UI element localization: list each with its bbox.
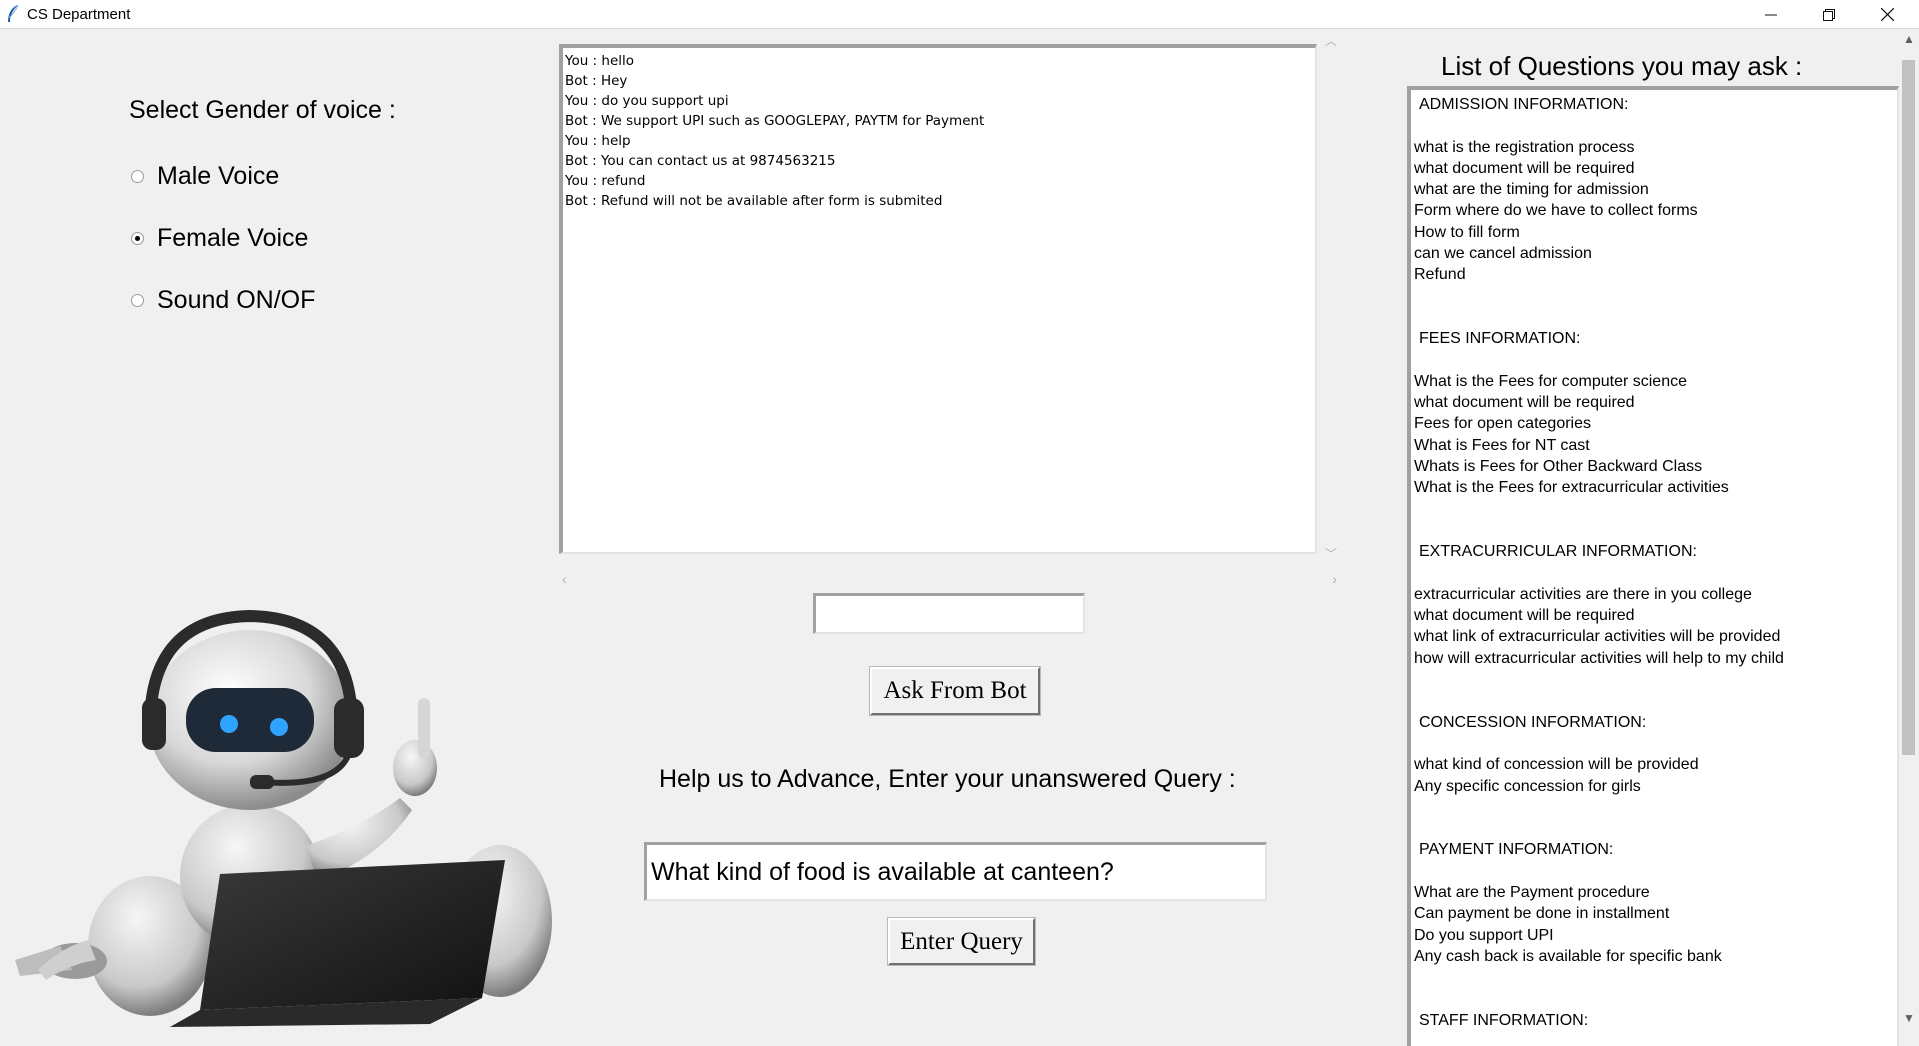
- question-item: Any cash back is available for specific …: [1414, 947, 1722, 965]
- question-item: what link of extracurricular activities …: [1414, 628, 1781, 646]
- robot-illustration: [15, 609, 552, 1027]
- chevron-up-icon[interactable]: ▲: [1903, 32, 1915, 46]
- restore-icon: [1823, 8, 1835, 21]
- sound-toggle-radio[interactable]: Sound ON/OF: [131, 286, 315, 315]
- question-item: Form where do we have to collect forms: [1414, 202, 1698, 220]
- enter-query-button[interactable]: Enter Query: [887, 917, 1036, 966]
- question-item: what are the timing for admission: [1414, 181, 1649, 199]
- close-button[interactable]: [1858, 0, 1916, 29]
- question-item: what document will be required: [1414, 607, 1635, 625]
- chat-input[interactable]: [816, 596, 1083, 632]
- close-icon: [1880, 8, 1894, 21]
- section-title-admission: ADMISSION INFORMATION:: [1419, 96, 1629, 113]
- question-item: what document will be required: [1414, 394, 1635, 412]
- ask-from-bot-button[interactable]: Ask From Bot: [869, 666, 1041, 716]
- radio-indicator[interactable]: [131, 294, 144, 307]
- chat-vertical-scrollbar[interactable]: ︿ ﹀: [1320, 32, 1342, 562]
- chat-input-field[interactable]: [813, 593, 1085, 634]
- chat-line: Bot : Refund will not be available after…: [565, 193, 943, 209]
- section-title-concession: CONCESSION INFORMATION:: [1419, 713, 1647, 731]
- question-item: Whats is Fees for Other Backward Class: [1414, 458, 1703, 476]
- question-item: What is the Fees for computer science: [1414, 372, 1687, 390]
- robot-raised-hand: [393, 698, 437, 796]
- section-title-staff: STAFF INFORMATION:: [1419, 1011, 1589, 1029]
- voice-heading: Select Gender of voice :: [129, 96, 396, 124]
- chevron-down-icon[interactable]: ▼: [1903, 1011, 1915, 1025]
- chat-line: You : refund: [565, 173, 646, 189]
- question-item: Refund: [1414, 266, 1466, 284]
- question-item: what is the registration process: [1414, 138, 1635, 156]
- question-item: Do you support UPI: [1414, 926, 1554, 944]
- question-item: How to fill form: [1414, 223, 1520, 241]
- query-heading: Help us to Advance, Enter your unanswere…: [659, 765, 1236, 793]
- radio-label: Female Voice: [157, 224, 309, 252]
- chat-line: Bot : We support UPI such as GOOGLEPAY, …: [565, 113, 985, 129]
- questions-list[interactable]: ADMISSION INFORMATION: what is the regis…: [1407, 86, 1899, 1046]
- question-item: Any specific concession for girls: [1414, 777, 1641, 795]
- robot-left-leg: [15, 876, 212, 1016]
- male-voice-radio[interactable]: Male Voice: [131, 162, 279, 191]
- feather-icon: [8, 4, 19, 22]
- chevron-right-icon[interactable]: ›: [1332, 571, 1337, 587]
- question-item: What are the Payment procedure: [1414, 883, 1650, 901]
- radio-indicator[interactable]: [131, 170, 144, 183]
- question-item: can we cancel admission: [1414, 245, 1592, 263]
- minimize-icon: [1765, 14, 1777, 15]
- section-title-payment: PAYMENT INFORMATION:: [1419, 841, 1614, 859]
- radio-indicator[interactable]: [131, 232, 144, 245]
- questions-heading: List of Questions you may ask :: [1441, 51, 1803, 81]
- chevron-down-icon[interactable]: ﹀: [1325, 545, 1337, 562]
- chat-line: You : help: [565, 133, 631, 149]
- question-item: what kind of concession will be provided: [1414, 756, 1699, 774]
- chat-line: Bot : Hey: [565, 73, 628, 89]
- question-item: What is Fees for NT cast: [1414, 436, 1590, 454]
- question-item: Fees for open categories: [1414, 415, 1591, 433]
- question-item: What is the Fees for extracurricular act…: [1414, 479, 1729, 497]
- chat-transcript[interactable]: You : hello Bot : Hey You : do you suppo…: [559, 44, 1317, 554]
- question-item: what document will be required: [1414, 159, 1635, 177]
- radio-label: Male Voice: [157, 162, 280, 190]
- question-item: extracurricular activities are there in …: [1414, 585, 1752, 603]
- query-input-field[interactable]: [644, 842, 1267, 901]
- query-input[interactable]: [647, 845, 1265, 899]
- main-window: Select Gender of voice : Male Voice Fema…: [0, 30, 1919, 1046]
- chevron-up-icon[interactable]: ︿: [1325, 32, 1337, 49]
- title-bar: CS Department: [0, 0, 1919, 29]
- chat-horizontal-scrollbar[interactable]: ‹ ›: [557, 571, 1337, 591]
- chat-line: You : do you support upi: [565, 93, 729, 109]
- section-title-fees: FEES INFORMATION:: [1419, 330, 1581, 348]
- questions-scrollbar[interactable]: ▲ ▼: [1899, 30, 1919, 1027]
- restore-button[interactable]: [1800, 0, 1858, 29]
- female-voice-radio[interactable]: Female Voice: [131, 224, 308, 253]
- question-item: how will extracurricular activities will…: [1414, 649, 1784, 667]
- section-title-extracurricular: EXTRACURRICULAR INFORMATION:: [1419, 543, 1697, 561]
- chat-line: You : hello: [565, 53, 635, 69]
- minimize-button[interactable]: [1742, 0, 1800, 29]
- question-item: Can payment be done in installment: [1414, 905, 1670, 923]
- scrollbar-thumb[interactable]: [1902, 60, 1915, 755]
- radio-label: Sound ON/OF: [157, 286, 316, 314]
- chat-line: Bot : You can contact us at 9874563215: [565, 153, 836, 169]
- chevron-left-icon[interactable]: ‹: [562, 571, 567, 587]
- laptop-icon: [170, 860, 505, 1027]
- window-title: CS Department: [27, 6, 131, 23]
